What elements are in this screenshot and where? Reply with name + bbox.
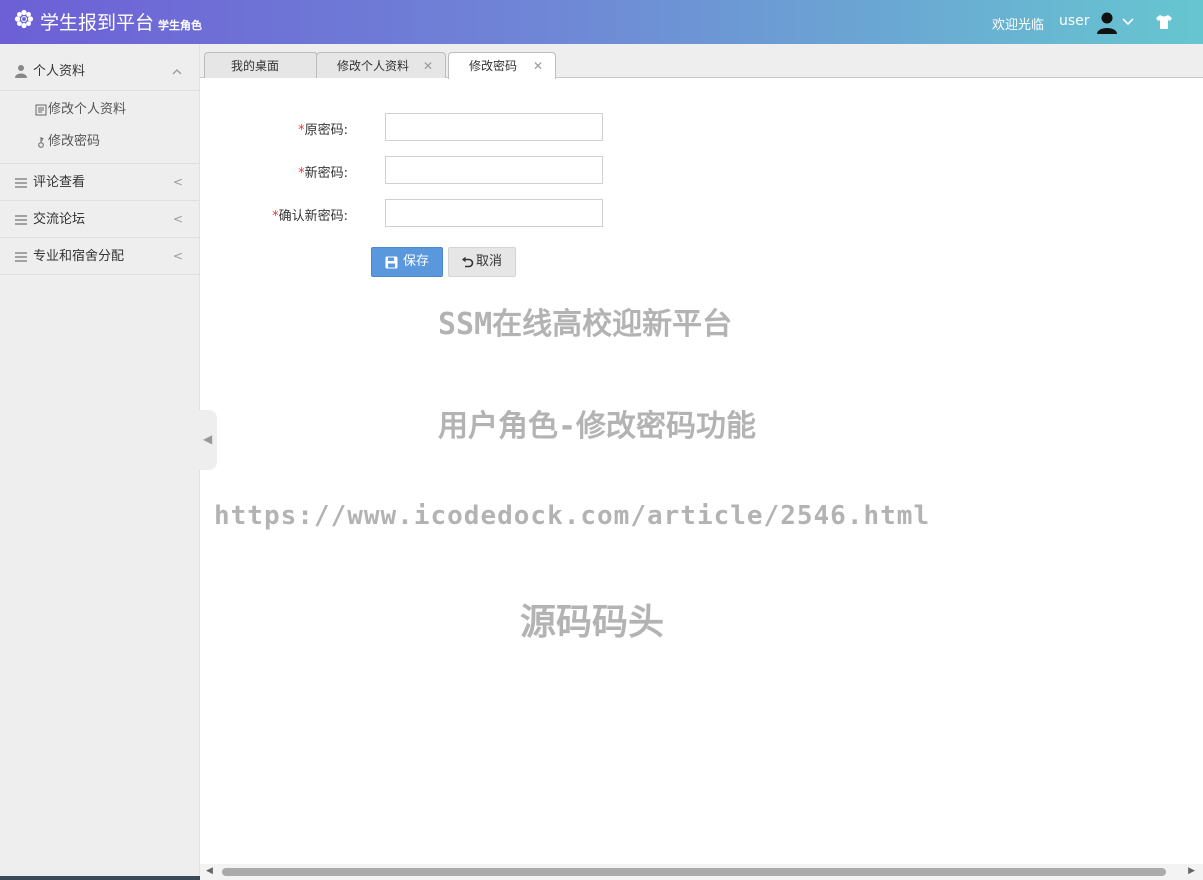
sidebar-submenu-profile: 修改个人资料 修改密码	[0, 91, 199, 164]
form-row-old-password: *原密码:	[200, 113, 700, 141]
welcome-text: 欢迎光临	[992, 18, 1045, 33]
user-icon	[15, 65, 27, 78]
app-title: 学生报到平台	[40, 12, 155, 34]
form-row-confirm-password: *确认新密码:	[200, 199, 700, 227]
watermark-url: https://www.icodedock.com/article/2546.h…	[214, 501, 931, 531]
sidebar-item-edit-profile[interactable]: 修改个人资料	[0, 94, 199, 126]
bottom-strip	[0, 876, 200, 880]
top-header: 学生报到平台 学生角色 欢迎光临 user	[0, 0, 1203, 44]
tab-label: 修改个人资料	[337, 59, 410, 73]
close-icon[interactable]: ✕	[423, 53, 433, 79]
sidebar-item-label: 修改个人资料	[48, 102, 127, 117]
chevron-left-icon: <	[172, 175, 183, 189]
logo[interactable]: 学生报到平台 学生角色	[14, 9, 202, 35]
list-icon	[15, 215, 27, 225]
list-icon	[15, 178, 27, 188]
old-password-label: *原密码:	[298, 123, 348, 138]
tab-label: 我的桌面	[231, 59, 280, 73]
key-icon	[38, 137, 44, 148]
tab-change-password[interactable]: 修改密码 ✕	[448, 52, 556, 79]
tab-label: 修改密码	[469, 59, 518, 73]
sidebar: 个人资料 修改个人资料 修改密码 评论查看 < 交流论坛 < 专业和宿舍分配 <	[0, 44, 200, 880]
role-subtitle: 学生角色	[158, 19, 203, 32]
sidebar-item-change-password[interactable]: 修改密码	[0, 126, 199, 158]
save-button[interactable]: 保存	[371, 247, 443, 277]
edit-icon	[35, 104, 47, 116]
sidebar-group-label: 专业和宿舍分配	[33, 249, 125, 264]
horizontal-scrollbar[interactable]: ◀ ▶	[200, 864, 1203, 880]
undo-icon	[462, 256, 474, 268]
caret-left-icon: ◀	[203, 432, 213, 446]
tab-bar: 我的桌面 修改个人资料 ✕ 修改密码 ✕	[200, 44, 1203, 79]
sidebar-group-label: 评论查看	[33, 175, 86, 190]
confirm-password-label: *确认新密码:	[272, 209, 348, 224]
sidebar-collapse-handle[interactable]: ◀	[199, 410, 217, 470]
chevron-left-icon: <	[172, 212, 183, 226]
sidebar-group-major-dorm[interactable]: 专业和宿舍分配 <	[0, 238, 199, 275]
watermark-line: 用户角色-修改密码功能	[438, 409, 757, 444]
confirm-password-input[interactable]	[385, 199, 603, 227]
form-row-new-password: *新密码:	[200, 156, 700, 184]
close-icon[interactable]: ✕	[533, 53, 543, 79]
cancel-button[interactable]: 取消	[448, 247, 516, 277]
tab-edit-profile[interactable]: 修改个人资料 ✕	[316, 52, 446, 78]
sidebar-item-label: 修改密码	[48, 134, 101, 149]
tshirt-icon[interactable]	[1154, 13, 1174, 31]
floppy-disk-icon	[385, 256, 398, 269]
tab-desktop[interactable]: 我的桌面	[204, 52, 318, 78]
watermark-line: 源码码头	[520, 602, 665, 643]
scrollbar-thumb[interactable]	[222, 868, 1166, 876]
new-password-label: *新密码:	[298, 166, 348, 181]
sidebar-group-label: 交流论坛	[33, 212, 86, 227]
watermark-line: SSM在线高校迎新平台	[438, 307, 733, 342]
chevron-down-icon[interactable]	[1121, 15, 1135, 29]
chevron-left-icon: <	[172, 249, 183, 263]
list-icon	[15, 252, 27, 262]
old-password-input[interactable]	[385, 113, 603, 141]
scroll-left-icon[interactable]: ◀	[206, 866, 213, 876]
save-label: 保存	[403, 254, 430, 269]
scroll-right-icon[interactable]: ▶	[1188, 866, 1195, 876]
sidebar-group-label: 个人资料	[33, 64, 86, 79]
gear-flower-icon	[14, 9, 34, 29]
new-password-input[interactable]	[385, 156, 603, 184]
sidebar-group-comments[interactable]: 评论查看 <	[0, 164, 199, 201]
user-icon[interactable]	[1095, 10, 1119, 34]
cancel-label: 取消	[476, 254, 503, 269]
username[interactable]: user	[1059, 13, 1090, 29]
sidebar-group-forum[interactable]: 交流论坛 <	[0, 201, 199, 238]
sidebar-group-profile[interactable]: 个人资料	[0, 44, 199, 91]
chevron-up-icon	[172, 69, 182, 75]
